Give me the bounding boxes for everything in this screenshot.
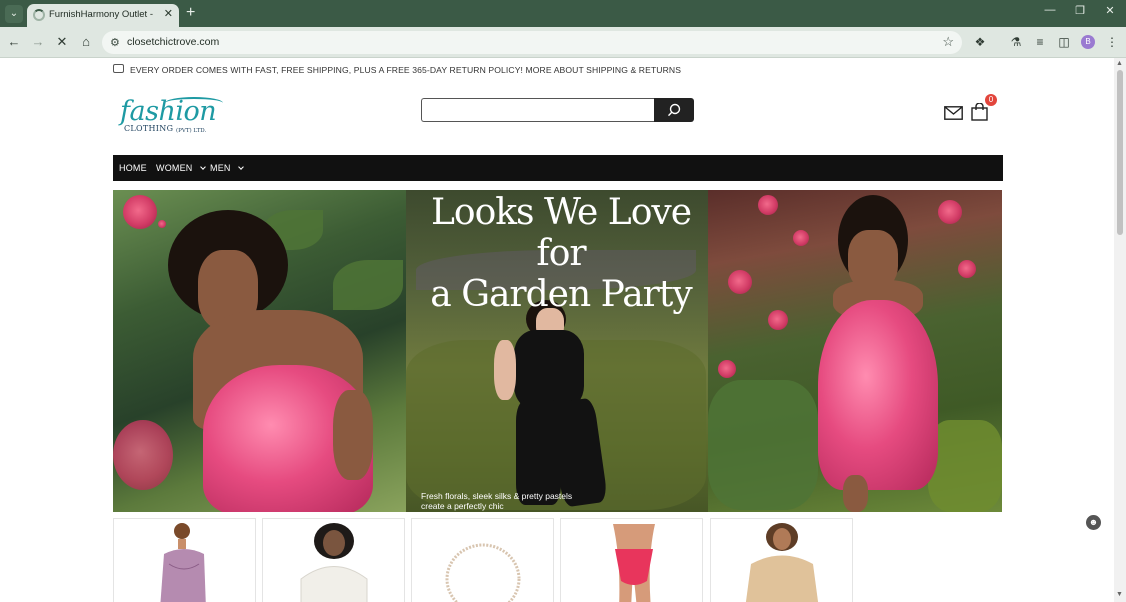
nav-item-women[interactable]: WOMEN bbox=[156, 163, 206, 173]
tab-close-icon[interactable]: ✕ bbox=[164, 7, 173, 20]
product-card[interactable] bbox=[262, 518, 405, 602]
restore-icon[interactable]: ❐ bbox=[1070, 4, 1090, 17]
labs-flask-icon[interactable]: ⚗ bbox=[1008, 34, 1024, 50]
hero-caption: Fresh florals, sleek silks & pretty past… bbox=[421, 491, 573, 511]
stop-loading-icon[interactable]: ✕ bbox=[54, 34, 70, 50]
minimize-icon[interactable]: — bbox=[1040, 4, 1060, 16]
nav-label: WOMEN bbox=[156, 163, 193, 173]
announcement-text[interactable]: EVERY ORDER COMES WITH FAST, FREE SHIPPI… bbox=[130, 65, 681, 75]
back-arrow-icon[interactable]: ← bbox=[6, 34, 22, 50]
hero-headline-line-1: Looks We Love for bbox=[430, 192, 692, 274]
scroll-up-arrow-icon[interactable]: ▲ bbox=[1116, 60, 1123, 67]
product-image bbox=[300, 523, 368, 602]
chat-bubble-icon bbox=[113, 64, 124, 73]
chevron-down-icon bbox=[199, 164, 206, 170]
site-info-icon[interactable]: ⚙ bbox=[110, 36, 120, 49]
site-logo[interactable]: fashion CLOTHING (PVT) LTD. bbox=[120, 96, 230, 138]
logo-subtitle: CLOTHING bbox=[124, 124, 174, 133]
address-bar[interactable]: ⚙ closetchictrove.com ☆ bbox=[102, 31, 962, 54]
loading-spinner-icon bbox=[33, 9, 45, 21]
media-queue-icon[interactable]: ≡ bbox=[1032, 34, 1048, 50]
chevron-down-icon bbox=[237, 164, 244, 170]
nav-item-home[interactable]: HOME bbox=[119, 163, 147, 173]
logo-subtitle-2: (PVT) LTD. bbox=[176, 128, 207, 134]
web-page: EVERY ORDER COMES WITH FAST, FREE SHIPPI… bbox=[0, 58, 1114, 602]
product-card[interactable] bbox=[113, 518, 256, 602]
product-image bbox=[613, 524, 655, 602]
url-text: closetchictrove.com bbox=[127, 36, 220, 48]
product-image bbox=[445, 543, 521, 602]
product-card[interactable] bbox=[411, 518, 554, 602]
forward-arrow-icon[interactable]: → bbox=[30, 34, 46, 50]
hero-headline: Looks We Love for a Garden Party bbox=[411, 192, 711, 315]
hero-panel-right-image bbox=[708, 190, 1002, 512]
browser-tab-active[interactable]: FurnishHarmony Outlet - Home ✕ bbox=[27, 4, 179, 27]
search-button[interactable] bbox=[654, 98, 694, 122]
profile-avatar[interactable]: B bbox=[1081, 35, 1095, 49]
product-card[interactable] bbox=[710, 518, 853, 602]
cart-count-badge: 0 bbox=[985, 94, 997, 106]
search-icon bbox=[668, 103, 681, 117]
shopping-bag-icon[interactable] bbox=[971, 103, 988, 121]
hero-headline-line-2: a Garden Party bbox=[430, 274, 692, 315]
hero-panel-left-image bbox=[113, 190, 406, 512]
scroll-down-arrow-icon[interactable]: ▼ bbox=[1116, 591, 1123, 598]
search-input[interactable] bbox=[421, 98, 655, 122]
scrollbar-thumb[interactable] bbox=[1117, 70, 1123, 235]
product-card[interactable] bbox=[560, 518, 703, 602]
mail-envelope-icon[interactable] bbox=[944, 106, 963, 120]
product-image bbox=[745, 523, 819, 602]
main-navigation: HOME WOMEN MEN bbox=[113, 155, 1003, 181]
nav-item-men[interactable]: MEN bbox=[210, 163, 244, 173]
product-image bbox=[160, 523, 206, 602]
tab-list-chevron-icon[interactable]: ⌄ bbox=[5, 5, 23, 23]
nav-label: MEN bbox=[210, 163, 231, 173]
menu-kebab-icon[interactable]: ⋮ bbox=[1104, 34, 1120, 50]
browser-toolbar: ← → ✕ ⌂ ⚙ closetchictrove.com ☆ ❖ ⚗ ≡ ◫ … bbox=[0, 27, 1126, 58]
hero-banner[interactable]: Looks We Love for a Garden Party Fresh f… bbox=[113, 190, 1002, 512]
accessibility-widget-icon[interactable]: ☻ bbox=[1086, 515, 1101, 530]
bookmark-star-icon[interactable]: ☆ bbox=[942, 34, 954, 50]
extensions-puzzle-icon[interactable]: ❖ bbox=[972, 34, 988, 50]
side-panel-icon[interactable]: ◫ bbox=[1056, 34, 1072, 50]
logo-word: fashion bbox=[120, 96, 217, 127]
browser-tab-strip: ⌄ FurnishHarmony Outlet - Home ✕ + — ❐ ✕ bbox=[0, 0, 1126, 27]
window-close-icon[interactable]: ✕ bbox=[1100, 4, 1120, 17]
page-scrollbar[interactable]: ▲ ▼ bbox=[1114, 58, 1126, 602]
nav-label: HOME bbox=[119, 163, 147, 173]
new-tab-plus-icon[interactable]: + bbox=[186, 3, 195, 23]
tab-title: FurnishHarmony Outlet - Home bbox=[49, 9, 155, 20]
home-icon[interactable]: ⌂ bbox=[78, 34, 94, 50]
